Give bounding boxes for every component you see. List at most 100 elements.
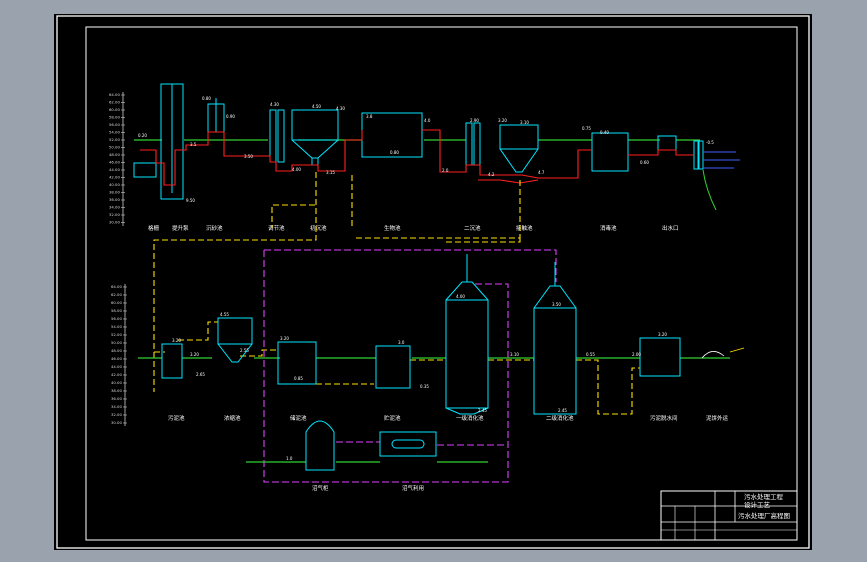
scale-tick-label: 54.00 [109, 130, 120, 135]
disinfection-tank [657, 135, 677, 151]
outfall [693, 140, 699, 170]
scale-tick-label: 34.00 [111, 404, 122, 409]
station-label: 出水口 [662, 224, 679, 232]
secondary-clarifier [499, 124, 539, 150]
station-label: 沼气柜 [312, 484, 329, 492]
elevation-mark: 0.20 [138, 133, 147, 138]
scale-tick-label: 46.00 [109, 160, 120, 165]
bottom-process-line: 64.00 62.00 60.00 58.00 56.00 54.00 52.00 50.00… [111, 254, 745, 492]
scale-tick-label: 56.00 [111, 316, 122, 321]
elevation-mark: 3.10 [510, 352, 519, 357]
station-label: 污泥池 [168, 414, 185, 422]
title-block: 污水处理工程 设计工艺 污水处理厂高程图 [660, 490, 798, 541]
station-label: 储泥池 [290, 414, 307, 422]
station-label: 调节池 [268, 224, 285, 232]
station-label: 沉砂池 [206, 224, 223, 232]
elevation-mark: 9.50 [186, 198, 195, 203]
elevation-mark: 2.55 [240, 348, 249, 353]
sludge-lines [153, 172, 640, 415]
distribution-well [269, 109, 277, 163]
elevation-mark: 3.50 [552, 302, 561, 307]
station-label: 生物池 [384, 224, 401, 232]
station-label: 消毒池 [600, 224, 617, 232]
elevation-mark: 0.85 [294, 376, 303, 381]
elevation-mark: 1.0 [286, 456, 293, 461]
elevation-mark: 2.45 [558, 408, 567, 413]
scale-tick-label: 64.00 [111, 284, 122, 289]
elevation-mark: 0.90 [226, 114, 235, 119]
structures-bottom [161, 254, 681, 471]
scale-tick-label: 58.00 [111, 308, 122, 313]
sludge-cake-pile [701, 351, 725, 359]
scale-tick-label: 34.00 [109, 205, 120, 210]
elevation-mark: 4.55 [220, 312, 229, 317]
elevation-mark: 3.50 [244, 154, 253, 159]
thickener [217, 317, 253, 345]
elevation-mark: 4.30 [270, 102, 279, 107]
elevation-mark: 2.0 [442, 168, 449, 173]
elevation-mark: 4.50 [312, 104, 321, 109]
drawing-title: 污水处理厂高程图 [738, 511, 790, 520]
station-label: 贮泥池 [384, 414, 401, 422]
scale-tick-label: 42.00 [111, 372, 122, 377]
cad-viewport: 64.00 62.00 60.00 58.00 56.00 54.00 52.00 50.00… [0, 0, 867, 562]
title-line-2: 设计工艺 [744, 500, 771, 509]
elevation-mark: -0.5 [706, 140, 714, 145]
scale-tick-label: 58.00 [109, 115, 120, 120]
station-label: 格栅 [148, 224, 160, 232]
primary-clarifier [291, 109, 339, 141]
elevation-mark: 0.35 [420, 384, 429, 389]
scale-tick-label: 48.00 [111, 348, 122, 353]
grid-screen-tank [133, 162, 157, 178]
elevation-mark: 0.40 [600, 130, 609, 135]
elevation-mark: 0.55 [586, 352, 595, 357]
scale-tick-label: 42.00 [109, 175, 120, 180]
scale-tick-label: 60.00 [111, 300, 122, 305]
station-label: 浓缩池 [224, 414, 241, 422]
scale-tick-label: 32.00 [111, 412, 122, 417]
scale-tick-label: 40.00 [109, 182, 120, 187]
process-elevation-drawing: 64.00 62.00 60.00 58.00 56.00 54.00 52.00 50.00… [56, 15, 810, 549]
elevation-mark: 4.7 [538, 170, 545, 175]
elevation-mark: 2.00 [632, 352, 641, 357]
scale-tick-label: 38.00 [109, 190, 120, 195]
top-process-line: 64.00 62.00 60.00 58.00 56.00 54.00 52.00 50.00… [109, 83, 740, 232]
inner-frame [85, 26, 798, 541]
scale-tick-label: 44.00 [109, 167, 120, 172]
station-label: 泥饼外运 [706, 414, 729, 422]
elevation-mark: 3.10 [520, 120, 529, 125]
elevation-scale-top: 64.00 62.00 60.00 58.00 56.00 54.00 52.00 50.00… [109, 92, 125, 226]
station-label: 污泥脱水间 [650, 414, 678, 422]
station-label: 沼气利用 [402, 484, 424, 492]
elevation-mark: 3.15 [326, 170, 335, 175]
scale-tick-label: 48.00 [109, 152, 120, 157]
scale-tick-label: 62.00 [109, 100, 120, 105]
title-line-1: 污水处理工程 [744, 492, 784, 501]
scale-tick-label: 50.00 [109, 145, 120, 150]
discharge-outlets [703, 151, 740, 169]
scale-tick-label: 52.00 [109, 137, 120, 142]
elevation-mark: 0.80 [202, 96, 211, 101]
elevation-mark: 4.00 [292, 167, 301, 172]
scale-tick-label: 50.00 [111, 340, 122, 345]
scale-tick-label: 62.00 [111, 292, 122, 297]
elevation-mark: 3.20 [498, 118, 507, 123]
scale-tick-label: 44.00 [111, 364, 122, 369]
elevation-mark: 3.0 [398, 340, 405, 345]
ground-line-bottom [138, 357, 730, 463]
scale-tick-label: 36.00 [109, 197, 120, 202]
elevation-mark: 2.65 [196, 372, 205, 377]
elevation-mark: 4.00 [456, 294, 465, 299]
scale-tick-label: 64.00 [109, 92, 120, 97]
elevation-mark: 3.20 [658, 332, 667, 337]
scale-tick-label: 32.00 [109, 212, 120, 217]
scale-tick-label: 54.00 [111, 324, 122, 329]
elevation-mark: 3.8 [366, 114, 373, 119]
scale-tick-label: 52.00 [111, 332, 122, 337]
scale-tick-label: 46.00 [111, 356, 122, 361]
elevation-mark: 3.5 [190, 142, 197, 147]
sludge-buffer-tank [375, 345, 411, 389]
elevation-mark: 4.2 [488, 172, 495, 177]
dewatering-house [639, 337, 681, 377]
elevation-mark: 2.45 [478, 408, 487, 413]
